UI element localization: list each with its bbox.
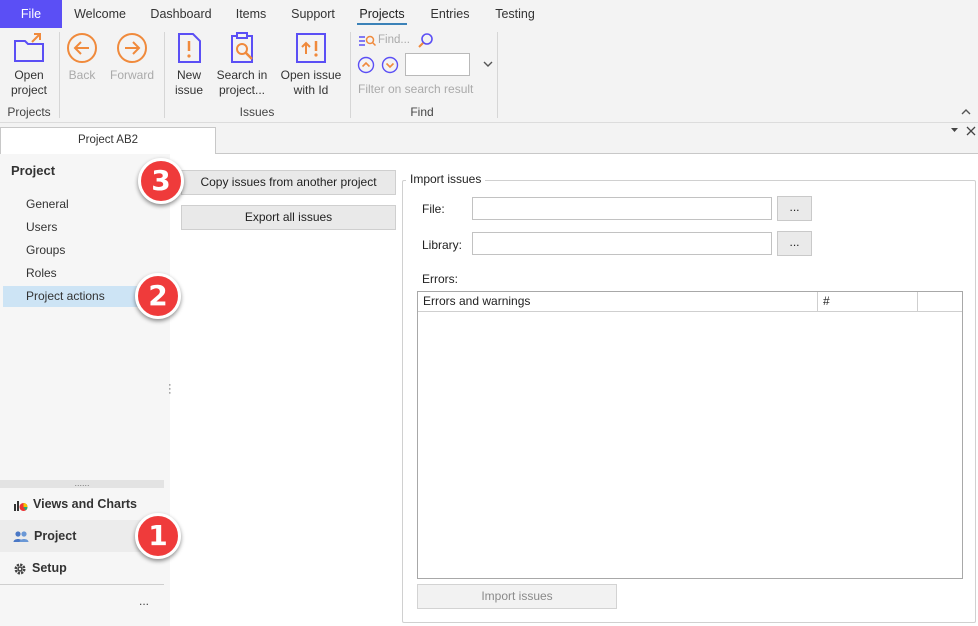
errors-label: Errors: — [422, 272, 458, 286]
import-issues-button[interactable]: Import issues — [417, 584, 617, 609]
file-label: File: — [422, 202, 445, 216]
ribbon-separator — [59, 32, 60, 118]
step-badge-2: 2 — [135, 273, 181, 319]
copy-issues-button[interactable]: Copy issues from another project — [181, 170, 396, 195]
find-number-input[interactable] — [405, 53, 470, 76]
forward-label: Forward — [109, 68, 154, 82]
back-arrow-icon — [67, 33, 97, 63]
menu-tab-entries[interactable]: Entries — [426, 0, 474, 28]
find-input-placeholder[interactable]: Find... — [378, 34, 410, 46]
group-label-projects: Projects — [7, 105, 51, 119]
tab-menu-chevron-icon[interactable] — [950, 127, 959, 134]
forward-button[interactable]: Forward — [108, 32, 156, 83]
nav-project-label: Project — [34, 529, 77, 543]
search-clipboard-icon — [231, 32, 253, 63]
filter-on-search-result[interactable]: Filter on search result — [358, 82, 473, 96]
close-icon[interactable] — [966, 126, 976, 136]
open-project-label-1: Open — [14, 68, 44, 82]
ribbon-separator — [497, 32, 498, 118]
document-tab-project[interactable]: Project AB2 — [0, 127, 216, 154]
menu-tab-support[interactable]: Support — [286, 0, 340, 28]
nav-divider — [0, 584, 164, 585]
step-badge-3: 3 — [138, 158, 184, 204]
chevron-down-icon[interactable] — [483, 60, 493, 68]
ribbon-separator — [350, 32, 351, 118]
nav-setup-label: Setup — [32, 561, 67, 575]
menu-tab-file[interactable]: File — [0, 0, 62, 28]
step-badge-1: 1 — [135, 513, 181, 559]
open-issue-with-id-button[interactable]: Open issue with Id — [280, 32, 342, 98]
library-browse-button[interactable]: ... — [777, 231, 812, 256]
chart-icon — [14, 500, 28, 511]
nav-views-and-charts-label: Views and Charts — [33, 497, 137, 511]
open-folder-icon — [14, 33, 44, 62]
forward-arrow-icon — [117, 33, 147, 63]
vertical-splitter-grip[interactable]: · · · — [168, 380, 172, 399]
menu-tab-welcome[interactable]: Welcome — [68, 0, 132, 28]
errors-grid-header: Errors and warnings # — [418, 292, 962, 312]
open-issue-with-id-label-2: with Id — [293, 83, 329, 97]
menu-bar: File Welcome Dashboard Items Support Pro… — [0, 0, 978, 28]
find-previous-icon[interactable] — [357, 56, 375, 74]
file-input[interactable] — [472, 197, 772, 220]
find-search-icon[interactable] — [417, 32, 435, 50]
file-browse-button[interactable]: ... — [777, 196, 812, 221]
new-issue-label-2: issue — [174, 83, 203, 97]
search-in-project-label-1: Search in — [216, 68, 268, 82]
nav-item-general[interactable]: General — [3, 194, 164, 215]
nav-setup[interactable]: Setup — [0, 552, 164, 584]
menu-tab-projects[interactable]: Projects — [357, 0, 407, 28]
open-project-button[interactable]: Open project — [6, 32, 52, 98]
nav-more-button[interactable]: ... — [139, 594, 149, 608]
menu-tab-testing[interactable]: Testing — [490, 0, 540, 28]
nav-item-users[interactable]: Users — [3, 217, 164, 238]
library-input[interactable] — [472, 232, 772, 255]
back-label: Back — [68, 68, 96, 82]
gear-icon — [14, 563, 26, 575]
menu-tab-dashboard[interactable]: Dashboard — [146, 0, 216, 28]
nav-views-and-charts[interactable]: Views and Charts — [0, 488, 164, 520]
search-in-project-label-2: project... — [218, 83, 266, 97]
collapse-ribbon-icon[interactable] — [961, 108, 971, 116]
export-all-issues-button[interactable]: Export all issues — [181, 205, 396, 230]
users-icon — [13, 531, 29, 543]
column-header-empty[interactable] — [918, 292, 962, 311]
new-issue-icon — [178, 33, 201, 63]
menu-tab-items[interactable]: Items — [229, 0, 273, 28]
ribbon-separator — [164, 32, 165, 118]
back-button[interactable]: Back — [64, 32, 100, 83]
open-project-label-2: project — [10, 83, 48, 97]
find-list-icon — [359, 35, 376, 47]
new-issue-button[interactable]: New issue — [170, 32, 208, 98]
open-issue-with-id-label-1: Open issue — [280, 68, 342, 82]
pane-splitter-grip[interactable]: ...... — [0, 479, 164, 488]
errors-grid[interactable]: Errors and warnings # — [417, 291, 963, 579]
ribbon: Open project Projects Back Forward New i… — [0, 28, 978, 123]
nav-item-groups[interactable]: Groups — [3, 240, 164, 261]
open-issue-id-icon — [296, 33, 326, 63]
new-issue-label-1: New — [176, 68, 201, 82]
column-header-errors-and-warnings[interactable]: Errors and warnings — [418, 292, 818, 311]
import-issues-legend: Import issues — [406, 172, 486, 186]
group-label-find: Find — [410, 105, 434, 119]
find-next-icon[interactable] — [381, 56, 399, 74]
column-header-count[interactable]: # — [818, 292, 918, 311]
search-in-project-button[interactable]: Search in project... — [214, 32, 270, 98]
group-label-issues: Issues — [239, 105, 275, 119]
nav-heading: Project — [11, 163, 56, 178]
library-label: Library: — [422, 238, 463, 252]
document-tab-strip: Project AB2 — [0, 123, 978, 154]
